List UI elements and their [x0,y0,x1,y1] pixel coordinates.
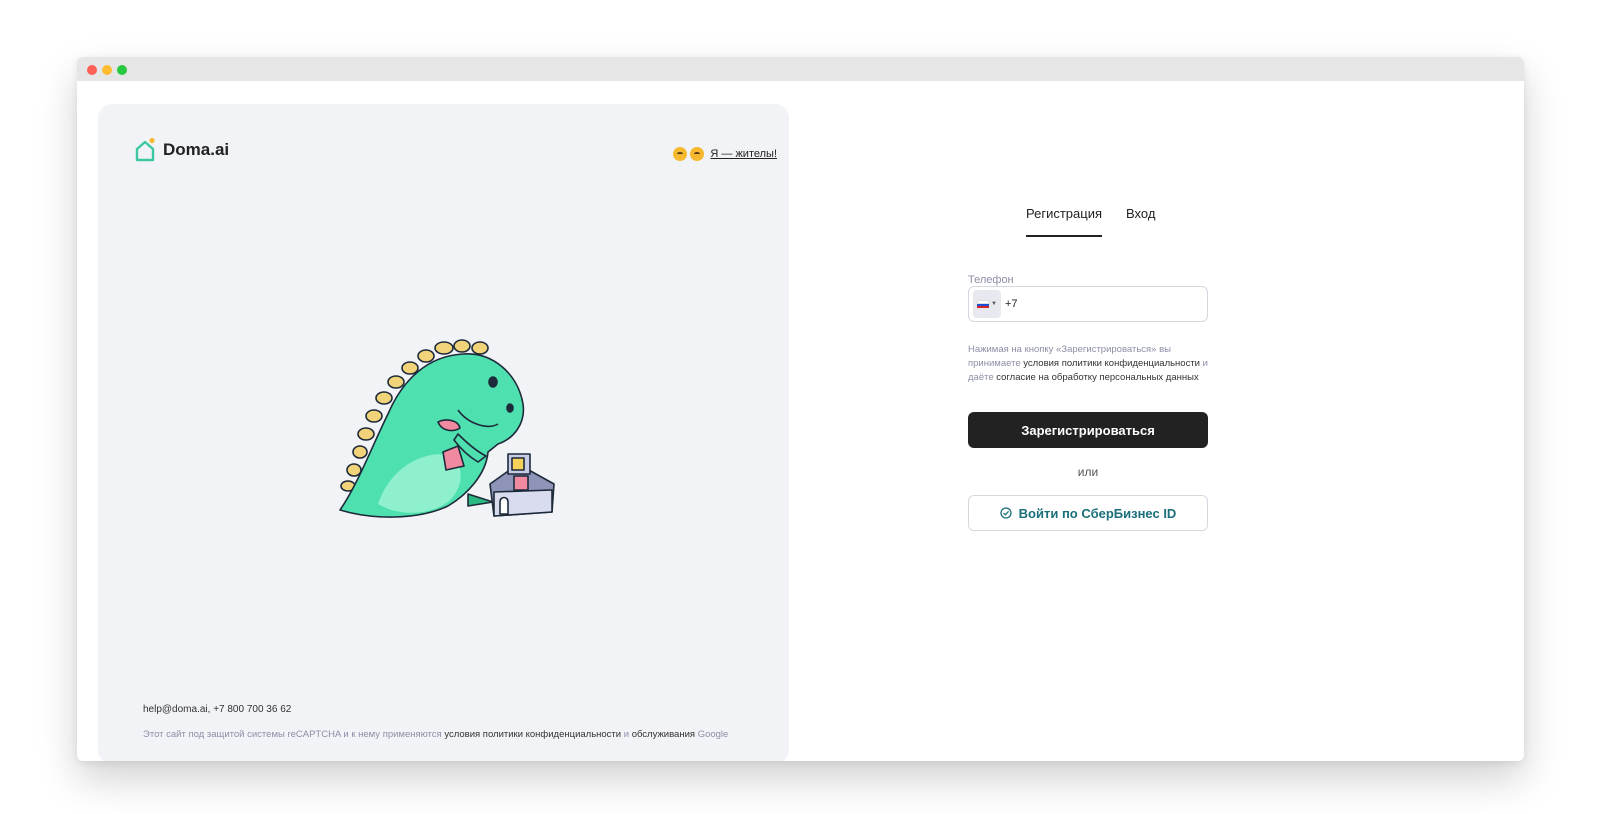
sber-button-label: Войти по СберБизнес ID [1018,505,1177,521]
brand-name: Doma.ai [163,140,230,159]
or-separator: или [1077,465,1099,479]
terms-of-service-link[interactable]: обслуживания [632,729,695,740]
personal-data-consent-link[interactable]: согласие на обработку персональных данны… [996,372,1198,383]
phone-field: ▼ [968,286,1208,322]
sber-business-id-button[interactable]: Войти по СберБизнес ID [968,495,1208,531]
brand-logo[interactable]: Doma.ai [134,136,229,164]
resident-emoji-icon [673,147,688,161]
promo-panel: Doma.ai Я — жителы! help@doma.ai, +7 800… [98,104,789,761]
close-window-button[interactable] [87,65,97,75]
phone-label: Телефон [968,274,1014,286]
window-titlebar [77,57,1524,81]
tab-login[interactable]: Вход [1126,206,1155,237]
house-logo-icon [135,137,155,162]
register-button[interactable]: Зарегистрироваться [968,412,1208,448]
auth-tabs: Регистрация Вход [1026,206,1155,237]
recaptcha-and: и [623,729,630,740]
maximize-window-button[interactable] [117,65,127,75]
tab-registration[interactable]: Регистрация [1026,206,1102,237]
consent-text: Нажимая на кнопку «Зарегистрироваться» в… [968,343,1213,385]
resident-emoji-icon [690,147,705,161]
privacy-policy-link[interactable]: условия политики конфиденциальности [444,729,621,740]
check-circle-icon [1000,507,1012,519]
browser-window: Doma.ai Я — жителы! help@doma.ai, +7 800… [77,57,1524,761]
recaptcha-text: Этот сайт под защитой системы reCAPTCHA … [143,729,442,740]
ru-flag-icon [977,300,990,308]
consent-part1: Нажимая на кнопку «Зарегистрироваться» в… [968,344,1171,355]
minimize-window-button[interactable] [102,65,112,75]
dinosaur-illustration [339,339,555,518]
resident-switch: Я — жителы! [673,147,777,161]
house-toy [489,453,555,517]
privacy-policy-consent-link[interactable]: условия политики конфиденциальности [1023,358,1200,369]
chevron-down-icon: ▼ [991,301,997,307]
phone-input[interactable] [1005,298,1195,310]
resident-link[interactable]: Я — жителы! [710,148,777,160]
google-label: Google [697,729,729,740]
recaptcha-notice: Этот сайт под защитой системы reCAPTCHA … [143,729,728,740]
country-code-select[interactable]: ▼ [973,290,1001,318]
support-contact: help@doma.ai, +7 800 700 36 62 [143,704,292,715]
consent-part2: принимаете [968,358,1021,369]
